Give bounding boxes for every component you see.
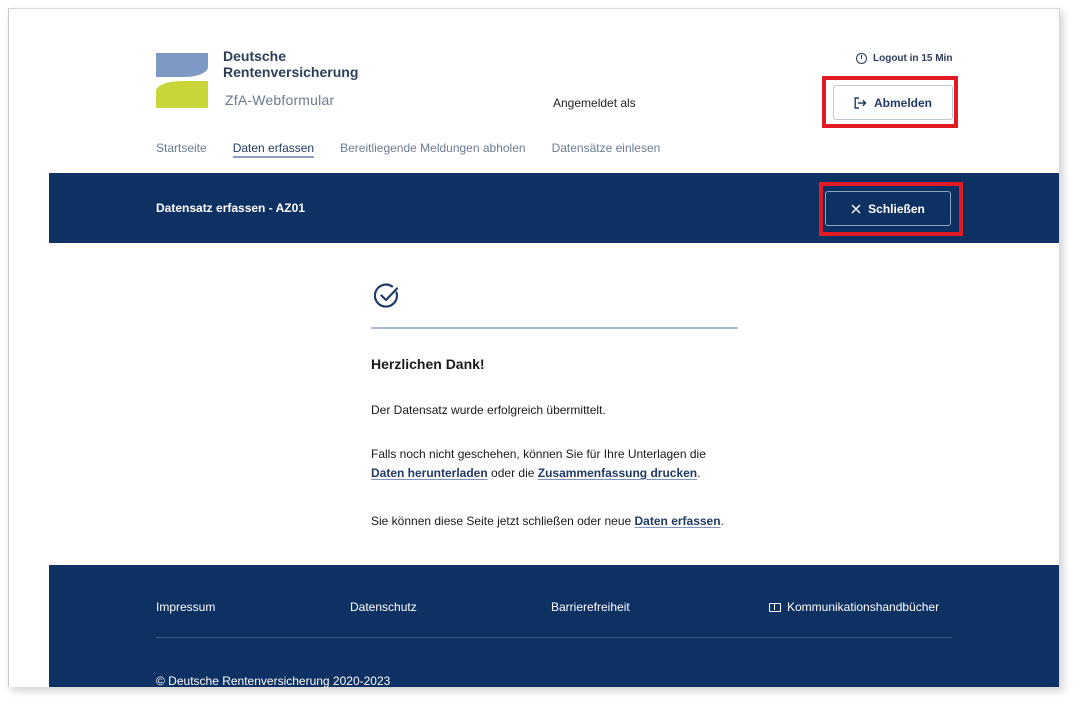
main-nav: Startseite Daten erfassen Bereitliegende… bbox=[156, 141, 660, 158]
nav-item-datensaetze-einlesen[interactable]: Datensätze einlesen bbox=[552, 141, 661, 158]
close-paragraph: Sie können diese Seite jetzt schließen o… bbox=[371, 512, 724, 531]
check-circle-icon bbox=[374, 283, 399, 308]
period-1: . bbox=[697, 466, 701, 480]
footer-divider bbox=[156, 637, 952, 638]
page-title: Datensatz erfassen - AZ01 bbox=[156, 201, 305, 215]
logo-mark-green bbox=[156, 81, 208, 108]
download-data-link[interactable]: Daten herunterladen bbox=[371, 466, 488, 480]
logout-timer: Logout in 15 Min bbox=[856, 53, 952, 64]
footer-link-barrierefreiheit[interactable]: Barrierefreiheit bbox=[551, 600, 630, 614]
close-hint-text: Sie können diese Seite jetzt schließen o… bbox=[371, 514, 632, 528]
nav-item-meldungen-abholen[interactable]: Bereitliegende Meldungen abholen bbox=[340, 141, 525, 158]
logged-in-label: Angemeldet als bbox=[553, 96, 636, 110]
capture-data-link[interactable]: Daten erfassen bbox=[635, 514, 721, 528]
footer bbox=[49, 565, 1059, 687]
or-text: oder die bbox=[491, 466, 535, 480]
clock-icon bbox=[856, 53, 867, 64]
footer-link-impressum[interactable]: Impressum bbox=[156, 600, 215, 614]
logout-timer-text: Logout in 15 Min bbox=[873, 53, 953, 64]
footer-link-handbuecher[interactable]: Kommunikationshandbücher bbox=[769, 600, 939, 614]
success-message: Der Datensatz wurde erfolgreich übermitt… bbox=[371, 403, 606, 417]
hint-links-line: Daten herunterladen oder die Zusammenfas… bbox=[371, 464, 706, 483]
period-2: . bbox=[720, 514, 724, 528]
highlight-box-close bbox=[819, 182, 963, 236]
brand-name-line2: Rentenversicherung bbox=[223, 64, 359, 80]
success-heading: Herzlichen Dank! bbox=[371, 356, 485, 372]
logo-mark-blue bbox=[156, 53, 208, 77]
nav-item-daten-erfassen[interactable]: Daten erfassen bbox=[232, 141, 315, 158]
footer-link-datenschutz[interactable]: Datenschutz bbox=[350, 600, 417, 614]
nav-item-startseite[interactable]: Startseite bbox=[156, 141, 207, 158]
brand-name-line1: Deutsche bbox=[223, 48, 287, 64]
footer-link-handbuecher-label: Kommunikationshandbücher bbox=[787, 600, 940, 614]
browser-frame: Deutsche Rentenversicherung ZfA-Webformu… bbox=[8, 8, 1060, 687]
hint-text: Falls noch nicht geschehen, können Sie f… bbox=[371, 447, 706, 461]
app-name: ZfA-Webformular bbox=[225, 92, 335, 108]
print-summary-link[interactable]: Zusammenfassung drucken bbox=[538, 466, 697, 480]
book-icon bbox=[769, 603, 781, 612]
hint-paragraph: Falls noch nicht geschehen, können Sie f… bbox=[371, 445, 706, 483]
copyright: © Deutsche Rentenversicherung 2020-2023 bbox=[156, 674, 391, 687]
highlight-box-logout bbox=[822, 76, 958, 128]
content-divider bbox=[371, 327, 738, 329]
